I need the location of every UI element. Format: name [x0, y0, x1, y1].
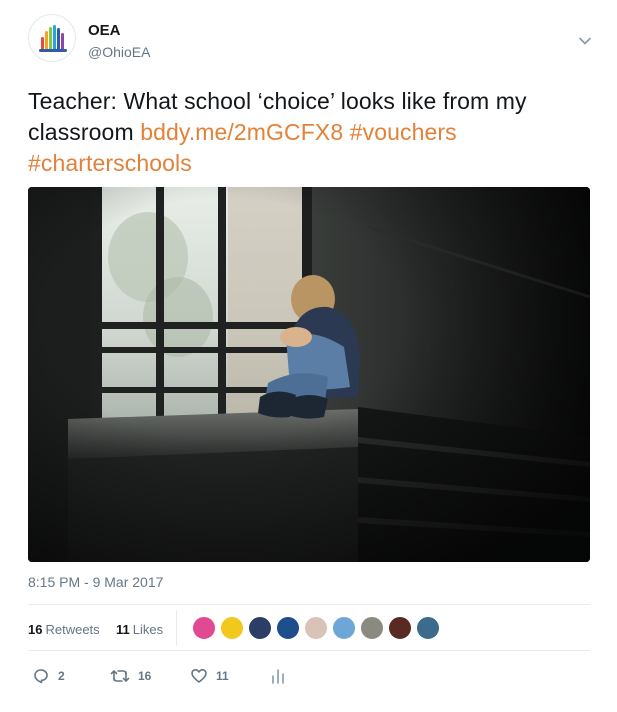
engagement-stats: 16 Retweets 11 Likes [28, 606, 590, 650]
oea-logo-avatar[interactable] [28, 14, 76, 62]
child-at-window-image [28, 187, 590, 562]
tweet-timestamp[interactable]: 8:15 PM - 9 Mar 2017 [28, 574, 163, 590]
tweet-photo[interactable] [28, 187, 590, 562]
liker-avatar-6[interactable] [332, 616, 356, 640]
likes-count: 11 [116, 622, 130, 637]
divider-bottom [28, 650, 590, 651]
hashtag-charterschools[interactable]: #charterschools [28, 150, 192, 176]
account-handle[interactable]: @OhioEA [88, 44, 150, 60]
tweet-text: Teacher: What school ‘choice’ looks like… [28, 86, 598, 179]
likes-stat[interactable]: 11 Likes [116, 622, 163, 637]
analytics-icon [272, 669, 284, 684]
retweet-icon [110, 670, 130, 682]
analytics-button[interactable] [270, 666, 294, 686]
chevron-down-icon[interactable] [578, 34, 592, 48]
reply-button[interactable]: 2 [32, 666, 65, 686]
retweet-count: 16 [138, 669, 152, 683]
likes-label: Likes [132, 622, 164, 637]
liker-avatar-1[interactable] [192, 616, 216, 640]
tweet-actions: 2 16 11 [28, 666, 428, 690]
stats-separator [176, 610, 177, 646]
reply-icon [34, 669, 48, 684]
liker-avatar-7[interactable] [360, 616, 384, 640]
liker-avatar-2[interactable] [220, 616, 244, 640]
tweet-link[interactable]: bddy.me/2mGCFX8 [140, 119, 343, 145]
liker-avatar-8[interactable] [388, 616, 412, 640]
tweet-header: OEA @OhioEA [28, 14, 598, 70]
liker-avatar-4[interactable] [276, 616, 300, 640]
retweets-count: 16 [28, 622, 43, 637]
account-name[interactable]: OEA [88, 22, 121, 39]
reply-count: 2 [58, 669, 65, 683]
liker-avatar-9[interactable] [416, 616, 440, 640]
liker-avatar-3[interactable] [248, 616, 272, 640]
liker-avatar-5[interactable] [304, 616, 328, 640]
hashtag-vouchers[interactable]: #vouchers [350, 119, 457, 145]
like-button[interactable]: 11 [190, 666, 229, 686]
heart-icon [191, 669, 207, 683]
retweets-stat[interactable]: 16 Retweets [28, 622, 100, 637]
retweet-button[interactable]: 16 [110, 666, 151, 686]
divider-top [28, 604, 590, 605]
oea-logo-icon [31, 17, 75, 61]
like-count: 11 [216, 669, 229, 683]
retweets-label: Retweets [45, 622, 100, 637]
